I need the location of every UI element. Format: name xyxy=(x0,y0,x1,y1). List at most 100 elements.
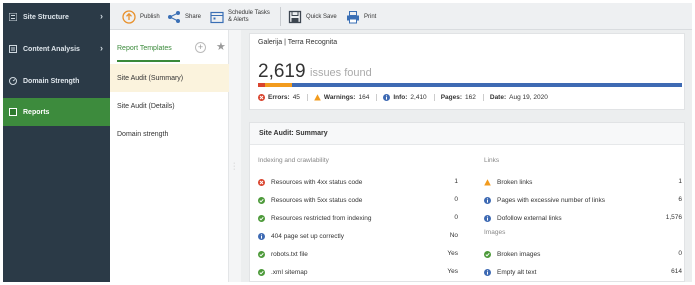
list-icon xyxy=(9,13,17,21)
sidebar-item-site-structure[interactable]: Site Structure › xyxy=(3,3,110,31)
info-icon xyxy=(484,268,491,276)
publish-button[interactable]: Publish xyxy=(122,3,160,30)
errors-label: Errors: xyxy=(268,94,290,101)
document-icon xyxy=(9,45,17,53)
site-audit-summary-card: Site Audit: Summary Indexing and crawlab… xyxy=(249,122,685,282)
audit-row-value: 1,576 xyxy=(665,214,682,221)
audit-row-value: 6 xyxy=(678,196,682,203)
stat-date: Date: Aug 19, 2020 xyxy=(490,94,555,101)
share-label: Share xyxy=(185,13,202,20)
check-icon xyxy=(258,214,265,222)
template-item-site-audit-details[interactable]: Site Audit (Details) xyxy=(110,92,229,120)
error-icon xyxy=(258,94,265,101)
audit-row-value: Yes xyxy=(447,250,458,257)
audit-row: Dofollow external links 1,576 xyxy=(484,212,682,224)
audit-row-label: robots.txt file xyxy=(271,250,308,258)
audit-row: .xml sitemap Yes xyxy=(258,266,458,278)
audit-row: Broken links 1 xyxy=(484,176,682,188)
quick-save-label: Quick Save xyxy=(306,13,337,20)
date-value: Aug 19, 2020 xyxy=(509,94,548,101)
printer-icon xyxy=(347,10,359,23)
info-icon xyxy=(383,94,391,101)
toolbar: Publish Share Schedule Tasks & Alerts Qui… xyxy=(110,3,692,30)
pages-label: Pages: xyxy=(440,94,463,101)
check-icon xyxy=(484,250,491,258)
info-label: Info: xyxy=(393,94,408,101)
share-icon xyxy=(168,10,180,23)
info-value: 2,410 xyxy=(410,94,427,101)
schedule-tasks-button[interactable]: Schedule Tasks & Alerts xyxy=(210,3,270,30)
audit-row-value: Yes xyxy=(447,268,458,275)
add-template-icon[interactable]: + xyxy=(195,42,206,53)
tab-report-templates[interactable]: Report Templates xyxy=(117,45,172,52)
check-icon xyxy=(258,250,265,258)
check-icon xyxy=(258,196,265,204)
issues-label: issues found xyxy=(310,67,372,79)
audit-row-label: Resources restricted from indexing xyxy=(271,214,372,222)
section-title-links: Links xyxy=(484,157,500,164)
audit-row-value: 0 xyxy=(678,250,682,257)
audit-row-value: No xyxy=(449,232,458,239)
panel-splitter[interactable]: · · · xyxy=(229,30,241,282)
issues-summary-card: Galerija | Terra Recognita 2,619 issues … xyxy=(249,33,685,110)
print-button[interactable]: Print xyxy=(346,3,376,30)
info-icon xyxy=(258,232,265,240)
sidebar-item-label: Domain Strength xyxy=(23,77,80,85)
reports-icon xyxy=(9,108,17,116)
issues-distribution-bar xyxy=(258,83,682,87)
stat-warnings: Warnings: 164 xyxy=(314,94,378,101)
publish-label: Publish xyxy=(140,13,160,20)
schedule-label: Schedule Tasks & Alerts xyxy=(228,10,270,24)
schedule-label-line1: Schedule Tasks xyxy=(228,9,270,16)
audit-row-label: 404 page set up correctly xyxy=(271,232,344,240)
grip-icon: · · · xyxy=(233,160,236,173)
calendar-icon xyxy=(210,11,224,23)
section-title-images: Images xyxy=(484,229,506,236)
audit-row-value: 0 xyxy=(454,214,458,221)
quick-save-button[interactable]: Quick Save xyxy=(288,3,337,30)
warnings-value: 164 xyxy=(358,94,370,101)
issue-stats: Errors: 45 Warnings: 164 Info: 2,410 Pages:… xyxy=(258,94,561,101)
share-button[interactable]: Share xyxy=(167,3,201,30)
template-item-domain-strength[interactable]: Domain strength xyxy=(110,120,229,148)
audit-row: robots.txt file Yes xyxy=(258,248,458,260)
chevron-right-icon: › xyxy=(100,11,103,21)
bar-segment-warnings xyxy=(265,83,292,87)
report-templates-panel: Report Templates + ★ Site Audit (Summary… xyxy=(110,30,229,282)
sidebar-item-label: Site Structure xyxy=(23,13,69,21)
bar-segment-info xyxy=(291,83,682,87)
sidebar-item-reports[interactable]: Reports xyxy=(3,98,110,126)
warning-icon xyxy=(314,94,321,101)
stat-pages: Pages: 162 xyxy=(441,94,484,101)
audit-row: Resources with 4xx status code 1 xyxy=(258,176,458,188)
audit-row-label: Dofollow external links xyxy=(497,214,562,222)
audit-row: Resources with 5xx status code 0 xyxy=(258,194,458,206)
warning-icon xyxy=(484,178,491,185)
audit-row-label: Empty alt text xyxy=(497,268,537,276)
sidebar-item-content-analysis[interactable]: Content Analysis › xyxy=(3,35,110,63)
toolbar-divider xyxy=(280,7,281,26)
pages-value: 162 xyxy=(465,94,476,101)
audit-row-label: Resources with 5xx status code xyxy=(271,196,363,204)
sidebar-item-label: Content Analysis xyxy=(23,45,80,53)
audit-row-value: 1 xyxy=(454,178,458,185)
site-name: Galerija | Terra Recognita xyxy=(258,39,338,46)
audit-row-label: Broken images xyxy=(497,250,541,258)
template-item-site-audit-summary[interactable]: Site Audit (Summary) xyxy=(110,64,229,92)
star-icon[interactable]: ★ xyxy=(216,40,226,53)
sidebar-item-domain-strength[interactable]: Domain Strength xyxy=(3,67,110,95)
chevron-right-icon: › xyxy=(100,43,103,53)
bar-segment-errors xyxy=(258,83,266,87)
gauge-icon xyxy=(9,77,17,85)
card-title: Site Audit: Summary xyxy=(259,130,328,137)
stat-errors: Errors: 45 xyxy=(258,94,308,101)
sidebar-item-label: Reports xyxy=(23,108,50,116)
section-title-indexing: Indexing and crawlability xyxy=(258,157,329,164)
audit-row-label: Resources with 4xx status code xyxy=(271,178,363,186)
schedule-label-line2: & Alerts xyxy=(228,16,249,23)
audit-row-label: .xml sitemap xyxy=(271,268,308,276)
audit-row: Broken images 0 xyxy=(484,248,682,260)
audit-row: Empty alt text 614 xyxy=(484,266,682,278)
info-icon xyxy=(484,196,491,204)
audit-row-value: 614 xyxy=(671,268,682,275)
